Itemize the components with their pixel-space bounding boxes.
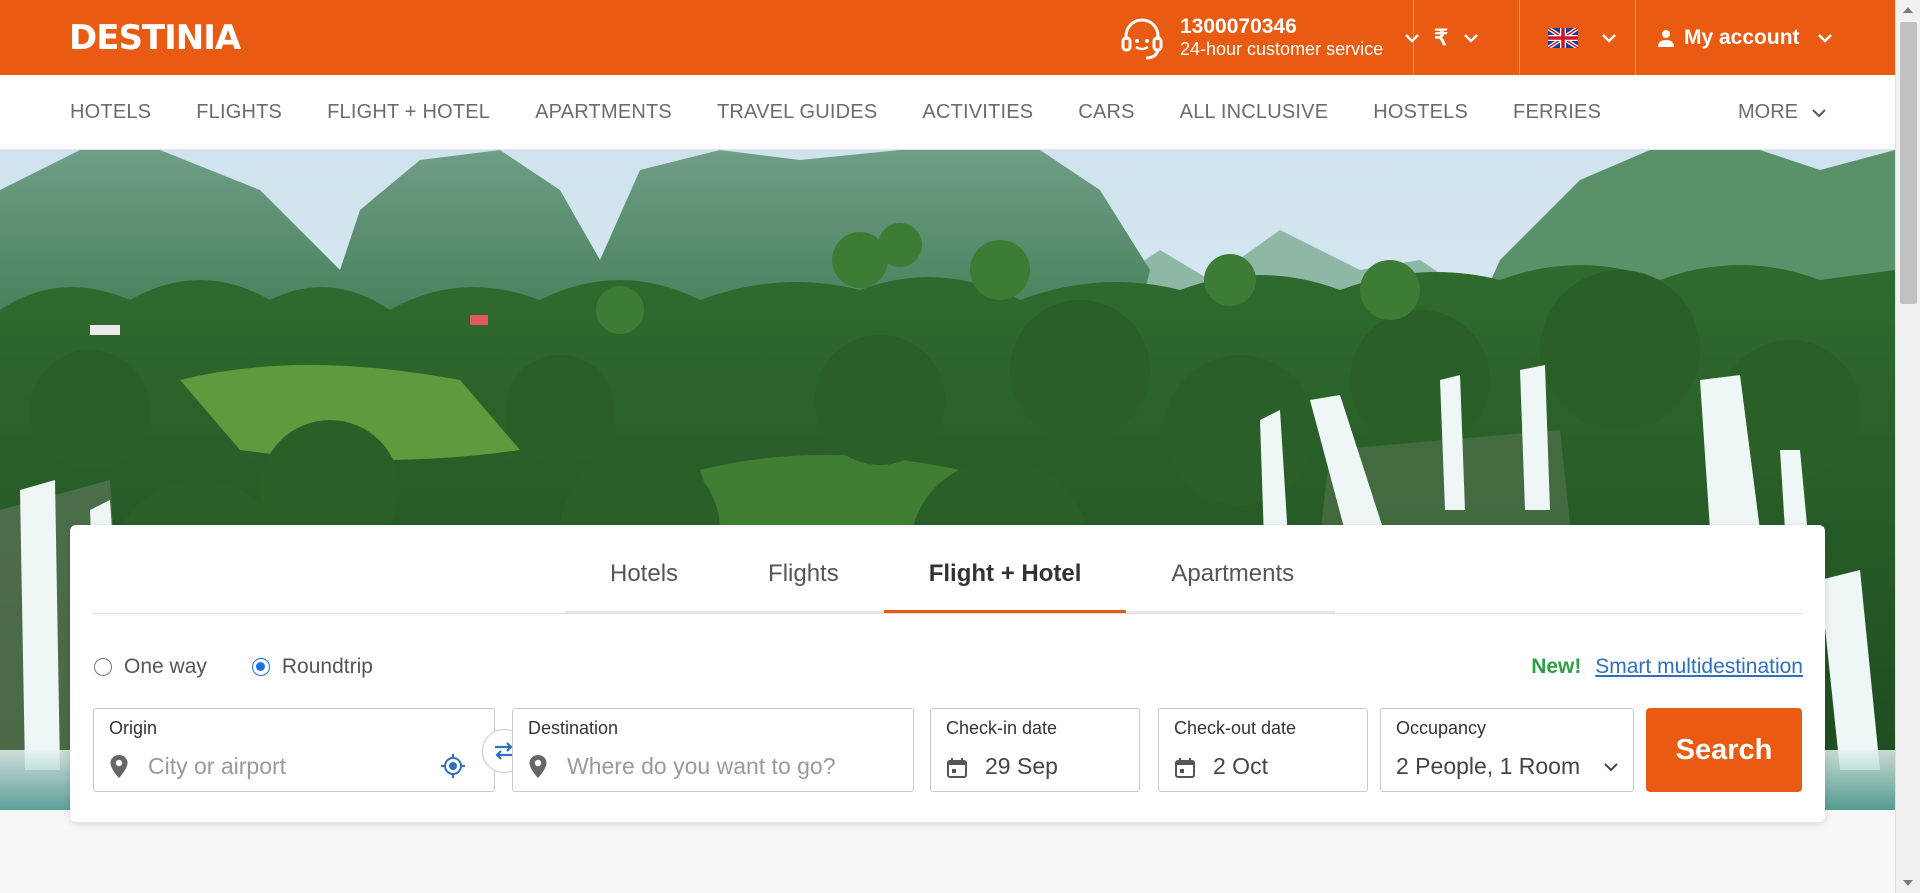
my-account-menu[interactable]: My account: [1656, 0, 1834, 75]
tab-flights[interactable]: Flights: [723, 555, 884, 613]
checkout-field[interactable]: Check-out date 2 Oct: [1158, 708, 1368, 792]
nav-item-all-inclusive[interactable]: ALL INCLUSIVE: [1180, 101, 1329, 124]
nav-item-flight-hotel[interactable]: FLIGHT + HOTEL: [327, 101, 490, 124]
nav-item-hotels[interactable]: HOTELS: [70, 101, 151, 124]
nav-item-travel-guides[interactable]: TRAVEL GUIDES: [717, 101, 877, 124]
customer-service[interactable]: 1300070346 24-hour customer service: [1118, 0, 1421, 75]
scroll-down-arrow-icon[interactable]: [1903, 880, 1913, 886]
chevron-down-icon: [1604, 763, 1618, 772]
chevron-down-icon: [1812, 108, 1826, 117]
occupancy-field[interactable]: Occupancy 2 People, 1 Room: [1380, 708, 1634, 792]
user-icon: [1658, 29, 1674, 47]
checkin-field[interactable]: Check-in date 29 Sep: [930, 708, 1140, 792]
top-bar: DESTINIA 1300070346 24-hour customer ser…: [0, 0, 1895, 75]
headset-icon: [1121, 18, 1163, 59]
nav-item-cars[interactable]: CARS: [1078, 101, 1134, 124]
smart-multidestination-link[interactable]: Smart multidestination: [1595, 655, 1803, 678]
search-panel: Hotels Flights Flight + Hotel Apartments…: [70, 525, 1825, 822]
calendar-icon: [947, 758, 967, 778]
one-way-radio[interactable]: One way: [94, 655, 207, 679]
nav-item-flights[interactable]: FLIGHTS: [196, 101, 282, 124]
radio-circle: [251, 658, 270, 676]
language-selector[interactable]: [1548, 0, 1618, 75]
chevron-down-icon: [1464, 33, 1478, 43]
destination-label: Destination: [528, 718, 619, 738]
divider: [1519, 0, 1520, 75]
chevron-down-icon: [1817, 33, 1832, 43]
checkout-value: 2 Oct: [1213, 753, 1268, 779]
roundtrip-radio[interactable]: Roundtrip: [251, 655, 373, 679]
scrollbar-thumb[interactable]: [1900, 22, 1917, 304]
origin-input[interactable]: City or airport: [148, 753, 286, 780]
uk-flag-icon: [1548, 27, 1578, 48]
support-label: 24-hour customer service: [1180, 39, 1384, 60]
occupancy-label: Occupancy: [1396, 718, 1487, 738]
roundtrip-label: Roundtrip: [281, 655, 373, 678]
checkin-label: Check-in date: [946, 718, 1058, 738]
location-pin-icon: [110, 755, 128, 778]
my-account-label: My account: [1684, 25, 1800, 49]
divider: [1413, 0, 1414, 75]
support-phone: 1300070346: [1180, 15, 1297, 39]
tab-flight-hotel[interactable]: Flight + Hotel: [883, 555, 1127, 613]
multidestination-promo: New! Smart multidestination: [1531, 655, 1803, 679]
currency-symbol: ₹: [1434, 24, 1448, 50]
radio-circle: [94, 658, 112, 676]
main-nav: HOTELS FLIGHTS FLIGHT + HOTEL APARTMENTS…: [0, 75, 1895, 150]
scroll-up-arrow-icon[interactable]: [1903, 7, 1913, 13]
one-way-label: One way: [124, 655, 207, 678]
nav-item-apartments[interactable]: APARTMENTS: [535, 101, 672, 124]
nav-more-menu[interactable]: MORE: [1738, 75, 1828, 150]
nav-item-ferries[interactable]: FERRIES: [1513, 101, 1601, 124]
page-scrollbar[interactable]: [1895, 0, 1920, 893]
search-button[interactable]: Search: [1646, 708, 1802, 792]
destination-input[interactable]: Where do you want to go?: [567, 753, 836, 780]
tabs-divider: [92, 613, 1803, 614]
locate-me-icon[interactable]: [440, 753, 466, 779]
nav-more-label: MORE: [1738, 101, 1798, 123]
tab-hotels[interactable]: Hotels: [565, 555, 723, 613]
new-badge: New!: [1531, 655, 1582, 678]
checkout-label: Check-out date: [1174, 718, 1297, 738]
tab-apartments[interactable]: Apartments: [1126, 555, 1339, 613]
checkin-value: 29 Sep: [985, 753, 1058, 779]
divider: [1635, 0, 1636, 75]
search-tabs: Hotels Flights Flight + Hotel Apartments: [565, 555, 1339, 613]
nav-item-hostels[interactable]: HOSTELS: [1373, 101, 1468, 124]
chevron-down-icon: [1602, 33, 1616, 43]
trip-type-group: One way Roundtrip: [94, 655, 418, 679]
origin-field[interactable]: Origin City or airport: [93, 708, 495, 792]
nav-item-activities[interactable]: ACTIVITIES: [922, 101, 1033, 124]
origin-label: Origin: [109, 718, 158, 738]
currency-selector[interactable]: ₹: [1434, 0, 1480, 75]
destination-field[interactable]: Destination Where do you want to go?: [512, 708, 914, 792]
calendar-icon: [1175, 758, 1195, 778]
occupancy-value: 2 People, 1 Room: [1396, 753, 1581, 779]
destinia-logo[interactable]: DESTINIA: [69, 18, 241, 58]
location-pin-icon: [529, 755, 547, 778]
